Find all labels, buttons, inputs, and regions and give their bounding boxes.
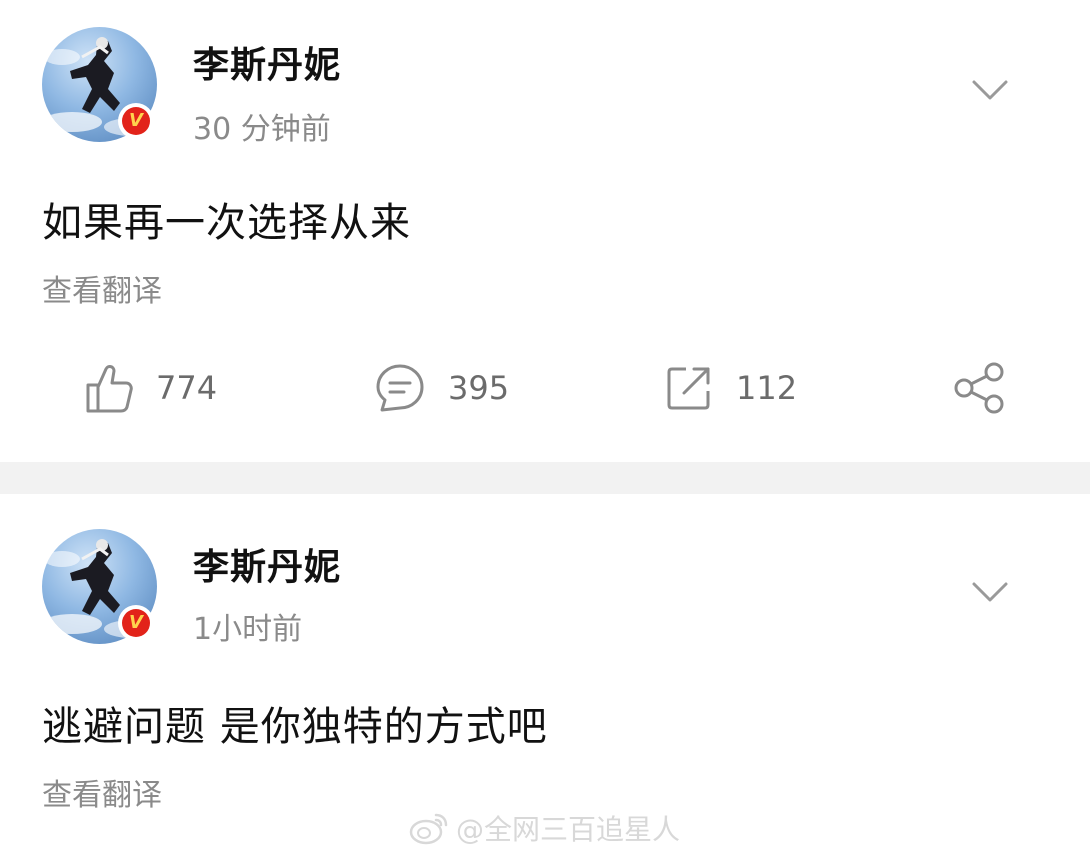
post-action-bar: 774 395 112: [0, 358, 1090, 418]
repost-count: 112: [736, 369, 798, 407]
view-translation-link[interactable]: 查看翻译: [42, 770, 162, 814]
verified-badge-icon: V: [118, 103, 154, 139]
weibo-post: V 李斯丹妮 30 分钟前 如果再一次选择从来 查看翻译 774 395 112: [0, 0, 1090, 462]
post-content: 如果再一次选择从来: [42, 200, 411, 246]
watermark: @全网三百追星人: [408, 808, 680, 848]
repost-button[interactable]: 112: [664, 358, 797, 418]
view-translation-link[interactable]: 查看翻译: [42, 266, 162, 310]
share-button[interactable]: [952, 358, 1006, 418]
comment-icon: [376, 364, 424, 412]
weibo-post: V 李斯丹妮 1小时前 逃避问题 是你独特的方式吧 查看翻译: [0, 494, 1090, 851]
thumbs-up-icon: [86, 365, 133, 413]
comment-count: 395: [448, 369, 510, 407]
like-count: 774: [156, 369, 218, 407]
post-separator: [0, 462, 1090, 494]
watermark-text: @全网三百追星人: [456, 813, 681, 846]
avatar[interactable]: V: [42, 27, 157, 142]
username[interactable]: 李斯丹妮: [193, 538, 341, 590]
share-icon: [954, 362, 1004, 414]
post-timestamp: 1小时前: [193, 612, 303, 647]
repost-icon: [667, 367, 710, 410]
chevron-down-icon[interactable]: [970, 576, 1010, 606]
avatar[interactable]: V: [42, 529, 157, 644]
like-button[interactable]: 774: [84, 358, 217, 418]
post-timestamp: 30 分钟前: [193, 112, 331, 147]
post-content: 逃避问题 是你独特的方式吧: [42, 704, 548, 750]
username[interactable]: 李斯丹妮: [193, 36, 341, 88]
verified-badge-icon: V: [118, 605, 154, 641]
chevron-down-icon[interactable]: [970, 74, 1010, 104]
weibo-logo-icon: [409, 813, 448, 845]
comment-button[interactable]: 395: [374, 358, 509, 418]
